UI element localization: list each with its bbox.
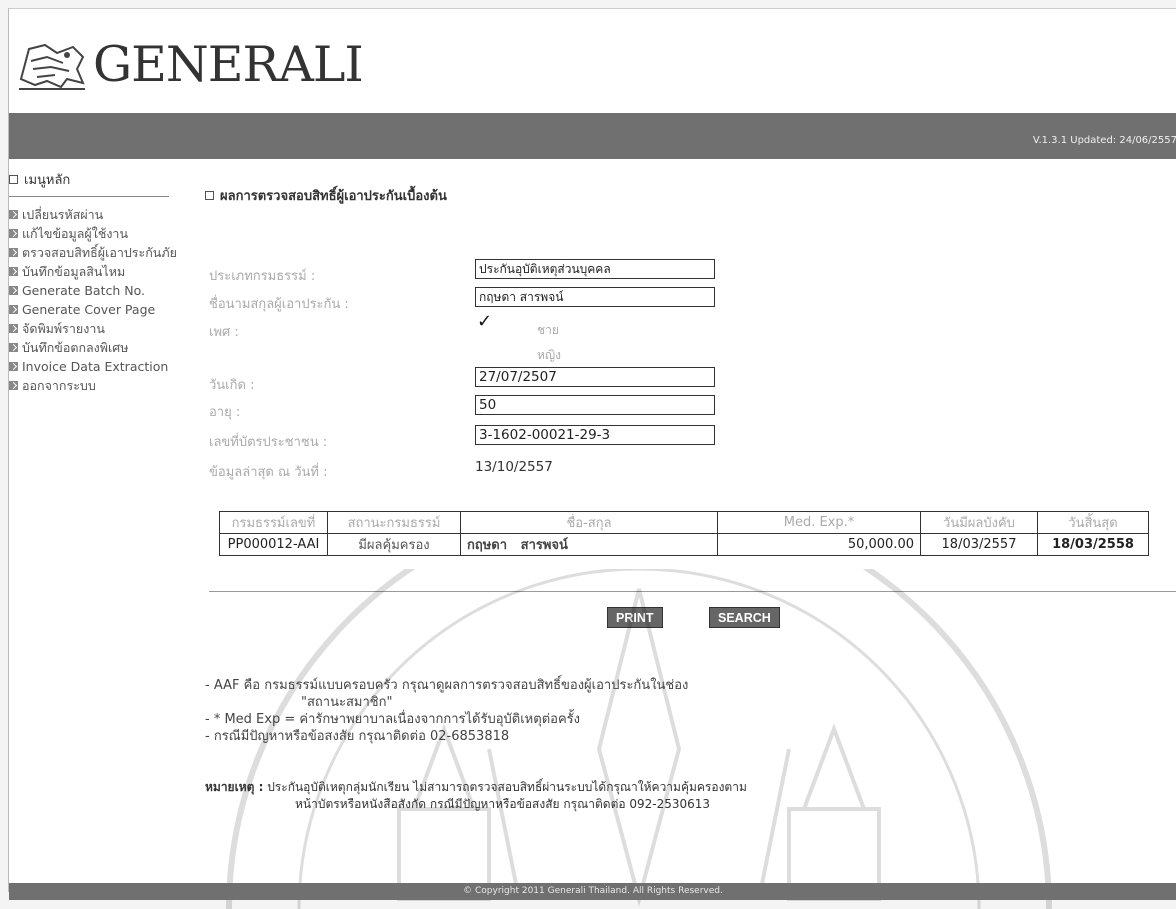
arrow-icon <box>9 229 18 238</box>
page-title: ผลการตรวจสอบสิทธิ์ผู้เอาประกันเบื้องต้น <box>205 185 447 206</box>
section-divider <box>209 591 1176 592</box>
id-card-field: 3-1602-00021-29-3 <box>475 425 715 445</box>
lion-logo-icon <box>19 43 85 90</box>
arrow-icon <box>9 362 18 371</box>
col-status: สถานะกรมธรรม์ <box>327 511 461 534</box>
birth-date-field: 27/07/2507 <box>475 367 715 387</box>
sidebar-item-special-agreement[interactable]: บันทึกข้อตกลงพิเศษ <box>9 338 194 357</box>
page-frame: GENERALI V.1.3.1 Updated: 24/06/2557 เมน… <box>8 8 1176 909</box>
cell-effective-date: 18/03/2557 <box>920 533 1038 556</box>
policy-type-label: ประเภทกรมธรรม์ : <box>209 269 316 284</box>
col-name: ชื่อ-สกุล <box>460 511 718 534</box>
arrow-icon <box>9 324 18 333</box>
remark-line-1: ประกันอุบัติเหตุกลุ่มนักเรียน ไม่สามารถต… <box>263 780 747 794</box>
arrow-icon <box>9 343 18 352</box>
cell-policy-no: PP000012-AAI <box>219 533 328 556</box>
cell-name: กฤษดา สารพจน์ <box>460 533 718 556</box>
menu-title: เมนูหลัก <box>24 173 71 188</box>
square-bullet-icon <box>205 191 214 200</box>
brand-name: GENERALI <box>93 36 364 93</box>
footer-bar: © Copyright 2011 Generali Thailand. All … <box>9 883 1176 900</box>
sidebar-item-check-eligibility[interactable]: ตรวจสอบสิทธิ์ผู้เอาประกันภัย <box>9 243 194 262</box>
latest-date-label: ข้อมูลล่าสุด ณ วันที่ : <box>209 465 328 480</box>
cell-status: มีผลคุ้มครอง <box>327 533 461 556</box>
policy-type-field: ประกันอุบัติเหตุส่วนบุคคล <box>475 259 715 279</box>
arrow-icon <box>9 210 18 219</box>
birth-date-label: วันเกิด : <box>209 378 255 393</box>
arrow-icon <box>9 381 18 390</box>
latest-date-value: 13/10/2557 <box>475 459 553 475</box>
sex-female-option: หญิง <box>537 348 561 362</box>
id-card-label: เลขที่บัตรประชาชน : <box>209 435 328 450</box>
col-end-date: วันสิ้นสุด <box>1037 511 1149 534</box>
search-button[interactable]: SEARCH <box>709 607 780 628</box>
age-label: อายุ : <box>209 405 241 420</box>
insured-name-field: กฤษดา สารพจน์ <box>475 287 715 307</box>
copyright-text: © Copyright 2011 Generali Thailand. All … <box>463 886 723 896</box>
arrow-icon <box>9 305 18 314</box>
sidebar-item-change-password[interactable]: เปลี่ยนรหัสผ่าน <box>9 205 194 224</box>
note-contact: - กรณีมีปัญหาหรือข้อสงสัย กรุณาติดต่อ 02… <box>205 729 510 744</box>
remark-line-2: หน้าบัตรหรือหนังสือสังกัด กรณีมีปัญหาหรื… <box>295 797 711 811</box>
note-med-exp: - * Med Exp = ค่ารักษาพยาบาลเนื่องจากการ… <box>205 712 580 727</box>
table-row: PP000012-AAI มีผลคุ้มครอง กฤษดา สารพจน์ … <box>219 533 1149 556</box>
sidebar-item-edit-user[interactable]: แก้ไขข้อมูลผู้ใช้งาน <box>9 224 194 243</box>
menu-header: เมนูหลัก <box>9 169 169 197</box>
remark-section: หมายเหตุ : ประกันอุบัติเหตุกลุ่มนักเรียน… <box>205 779 747 813</box>
notes-section: - AAF คือ กรมธรรม์แบบครอบครัว กรุณาดูผลก… <box>205 677 688 745</box>
sidebar-item-batch-no[interactable]: Generate Batch No. <box>9 281 194 300</box>
sidebar-item-claims[interactable]: บันทึกข้อมูลสินไหม <box>9 262 194 281</box>
sidebar-item-logout[interactable]: ออกจากระบบ <box>9 376 194 395</box>
menu-list: เปลี่ยนรหัสผ่าน แก้ไขข้อมูลผู้ใช้งาน ตรว… <box>9 205 194 395</box>
arrow-icon <box>9 267 18 276</box>
note-aaf: - AAF คือ กรมธรรม์แบบครอบครัว กรุณาดูผลก… <box>205 678 689 693</box>
sidebar-item-invoice-extraction[interactable]: Invoice Data Extraction <box>9 357 194 376</box>
col-effective-date: วันมีผลบังคับ <box>920 511 1038 534</box>
sidebar-menu: เมนูหลัก เปลี่ยนรหัสผ่าน แก้ไขข้อมูลผู้ใ… <box>9 169 194 395</box>
policy-table: กรมธรรม์เลขที่ สถานะกรมธรรม์ ชื่อ-สกุล M… <box>219 511 1149 556</box>
cell-end-date: 18/03/2558 <box>1037 533 1149 556</box>
note-aaf-continued: "สถานะสมาชิก" <box>301 695 393 710</box>
sex-label: เพศ : <box>209 325 239 340</box>
col-med-exp: Med. Exp.* <box>717 511 921 534</box>
top-bar: V.1.3.1 Updated: 24/06/2557 <box>9 113 1176 159</box>
arrow-icon <box>9 248 18 257</box>
table-header-row: กรมธรรม์เลขที่ สถานะกรมธรรม์ ชื่อ-สกุล M… <box>219 511 1149 534</box>
sidebar-item-reports[interactable]: จัดพิมพ์รายงาน <box>9 319 194 338</box>
insured-name-label: ชื่อนามสกุลผู้เอาประกัน : <box>209 297 349 312</box>
print-button[interactable]: PRINT <box>607 607 663 628</box>
square-bullet-icon <box>9 175 18 184</box>
version-info: V.1.3.1 Updated: 24/06/2557 <box>1032 135 1176 146</box>
arrow-icon <box>9 286 18 295</box>
remark-label: หมายเหตุ : <box>205 780 264 794</box>
cell-med-exp: 50,000.00 <box>717 533 921 556</box>
sidebar-item-cover-page[interactable]: Generate Cover Page <box>9 300 194 319</box>
generali-logo: GENERALI <box>17 36 364 93</box>
checkmark-icon: ✓ <box>477 311 493 332</box>
col-policy-no: กรมธรรม์เลขที่ <box>219 511 328 534</box>
age-field: 50 <box>475 395 715 415</box>
sex-male-option: ชาย <box>537 323 559 337</box>
